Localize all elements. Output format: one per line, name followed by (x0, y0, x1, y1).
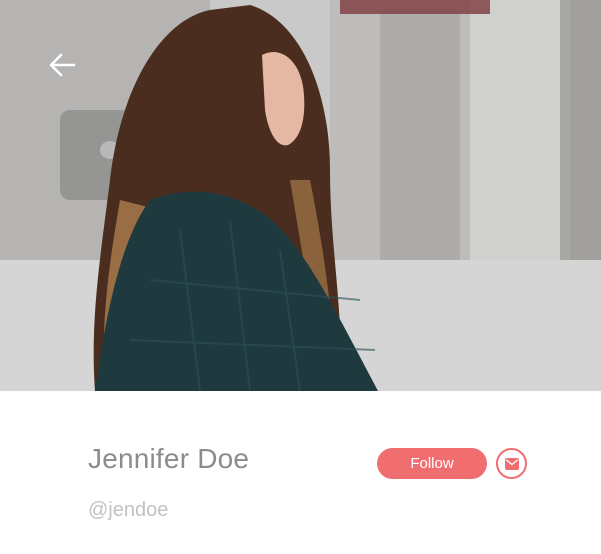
profile-handle: @jendoe (88, 499, 169, 521)
profile-card: Jennifer Doe @jendoe Follow (0, 391, 601, 554)
cover-photo (0, 0, 601, 391)
profile-name: Jennifer Doe (88, 443, 250, 474)
back-button[interactable] (48, 52, 84, 86)
mail-icon (504, 457, 519, 470)
follow-button[interactable]: Follow (377, 448, 487, 479)
arrow-left-icon (49, 53, 76, 77)
message-button[interactable] (496, 448, 527, 479)
cover-photo-illustration (0, 0, 601, 391)
